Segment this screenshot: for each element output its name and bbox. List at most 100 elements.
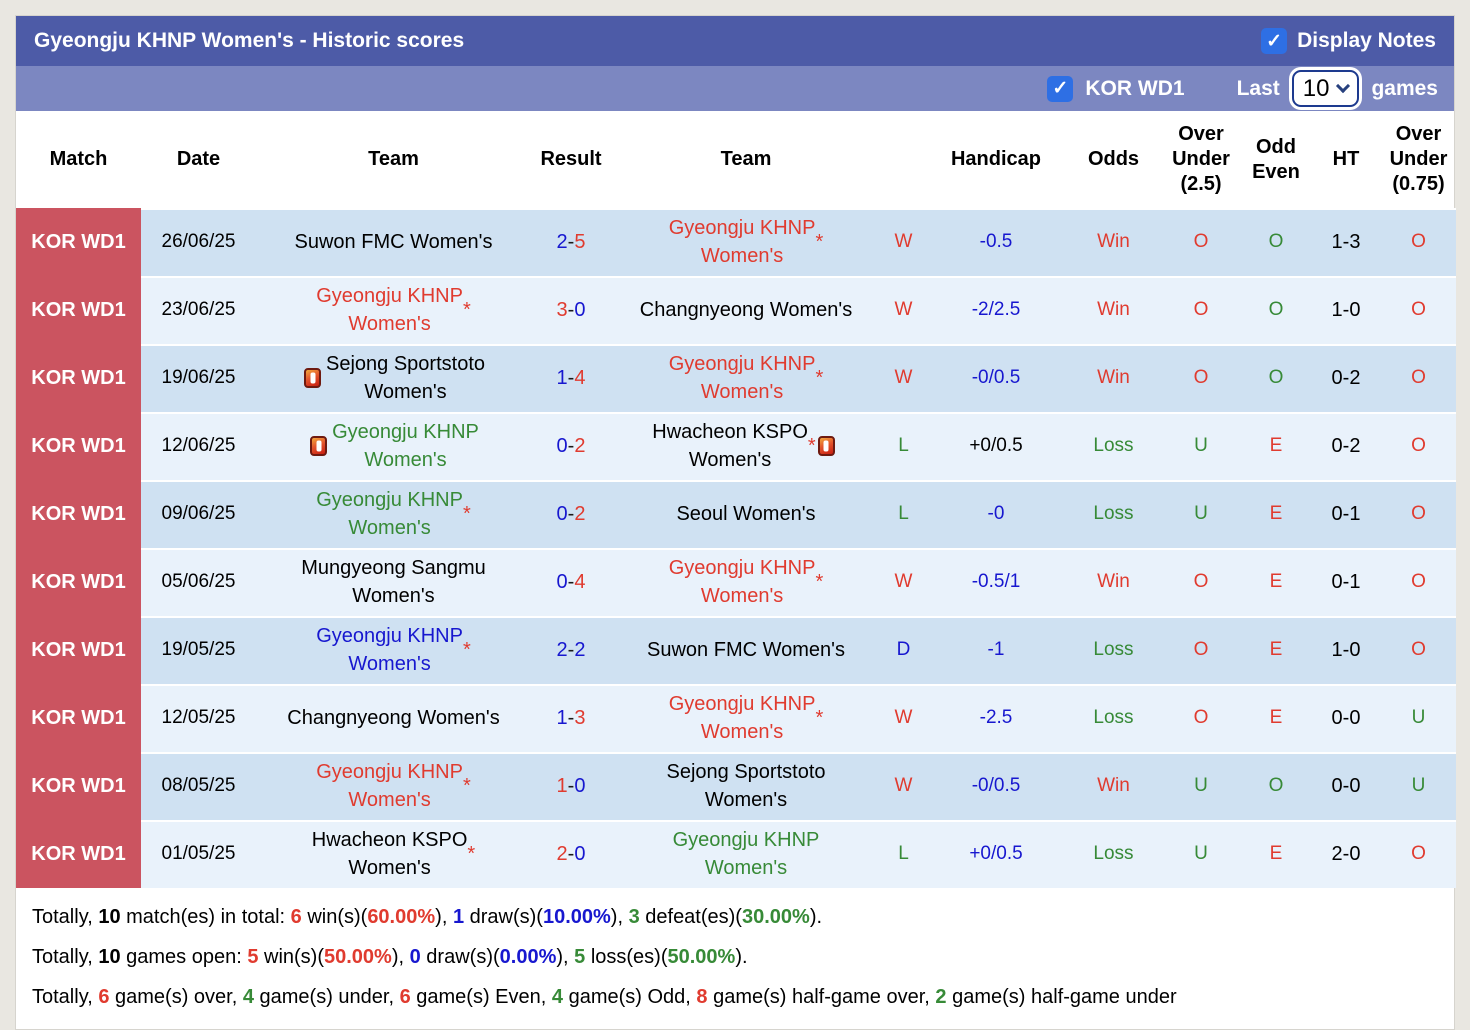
- ht-score: 0-0: [1311, 684, 1381, 752]
- summary-line: Totally, 6 game(s) over, 4 game(s) under…: [32, 977, 1438, 1017]
- ht-score: 0-2: [1311, 344, 1381, 412]
- summary-segment: 5: [574, 946, 586, 968]
- score-dash: -: [567, 706, 575, 729]
- league-badge: KOR WD1: [16, 412, 141, 480]
- summary-segment: defeat(es)(: [639, 906, 742, 928]
- summary-segment: 5: [247, 946, 259, 968]
- home-team: Gyeongju KHNP Women's *: [256, 276, 531, 344]
- over-under-075-value: O: [1381, 616, 1456, 684]
- page-title: Gyeongju KHNP Women's - Historic scores: [34, 29, 465, 52]
- team-name: Suwon FMC Women's: [647, 639, 845, 661]
- star-marker: *: [467, 843, 476, 865]
- summary-segment: ).: [735, 946, 748, 968]
- away-team: Gyeongju KHNP Women's: [611, 820, 881, 888]
- over-under-25-value: U: [1161, 480, 1241, 548]
- red-card-icon: [304, 368, 321, 388]
- col-header-ht: HT: [1332, 148, 1360, 170]
- over-under-075-value: O: [1381, 412, 1456, 480]
- table-row: KOR WD1 08/05/25 Gyeongju KHNP Women's * …: [16, 752, 1456, 820]
- star-marker: *: [807, 435, 816, 457]
- match-result: 3-0: [531, 276, 611, 344]
- over-under-25-value: O: [1161, 684, 1241, 752]
- away-team: Gyeongju KHNP Women's *: [611, 344, 881, 412]
- summary-segment: 3: [628, 906, 640, 928]
- odds-result: Loss: [1066, 820, 1161, 888]
- summary-segment: win(s)(: [301, 906, 368, 928]
- ht-score: 0-1: [1311, 548, 1381, 616]
- historic-scores-panel: Gyeongju KHNP Women's - Historic scores …: [15, 15, 1456, 1030]
- league-badge: KOR WD1: [16, 616, 141, 684]
- summary-segment: draw(s)(: [420, 946, 500, 968]
- summary-segment: 60.00%: [367, 906, 436, 928]
- league-badge: KOR WD1: [16, 684, 141, 752]
- star-marker: *: [462, 299, 471, 321]
- away-team: Gyeongju KHNP Women's *: [611, 684, 881, 752]
- summary-segment: 1: [452, 906, 465, 928]
- last-label: Last: [1236, 76, 1280, 100]
- summary-segment: game(s) Even,: [410, 986, 552, 1008]
- team-name: Sejong Sportstoto Women's: [326, 353, 485, 403]
- col-header-home-team: Team: [368, 148, 419, 170]
- over-under-075-value: O: [1381, 344, 1456, 412]
- handicap-value: -2.5: [926, 684, 1066, 752]
- summary-segment: 10: [98, 906, 121, 928]
- col-header-over-under-075: Over Under (0.75): [1389, 123, 1448, 195]
- last-games-select[interactable]: 10: [1291, 70, 1360, 107]
- home-score: 2: [556, 842, 568, 865]
- odd-even-value: O: [1241, 752, 1311, 820]
- score-dash: -: [567, 502, 575, 525]
- outcome-letter: W: [881, 208, 926, 276]
- col-header-odds: Odds: [1087, 148, 1140, 170]
- league-badge: KOR WD1: [16, 480, 141, 548]
- summary-segment: game(s) over,: [109, 986, 243, 1008]
- odds-result: Loss: [1066, 480, 1161, 548]
- star-marker: *: [815, 571, 824, 593]
- home-score: 1: [556, 366, 568, 389]
- ht-score: 2-0: [1311, 820, 1381, 888]
- summary-segment: 8: [696, 986, 708, 1008]
- outcome-letter: L: [881, 412, 926, 480]
- over-under-075-value: U: [1381, 684, 1456, 752]
- match-date: 12/06/25: [141, 412, 256, 480]
- away-team: Seoul Women's: [611, 480, 881, 548]
- ht-score: 1-0: [1311, 276, 1381, 344]
- outcome-letter: L: [881, 480, 926, 548]
- away-score: 3: [574, 706, 586, 729]
- match-date: 23/06/25: [141, 276, 256, 344]
- col-header-handicap: Handicap: [950, 148, 1042, 170]
- summary: Totally, 10 match(es) in total: 6 win(s)…: [16, 888, 1454, 1029]
- handicap-value: -0/0.5: [926, 752, 1066, 820]
- col-header-result: Result: [540, 148, 602, 170]
- summary-segment: ),: [435, 906, 453, 928]
- match-date: 08/05/25: [141, 752, 256, 820]
- team-name: Gyeongju KHNP Women's: [672, 829, 820, 879]
- summary-segment: game(s) Odd,: [563, 986, 697, 1008]
- odd-even-value: O: [1241, 208, 1311, 276]
- score-dash: -: [567, 570, 575, 593]
- match-date: 26/06/25: [141, 208, 256, 276]
- team-name: Changnyeong Women's: [287, 707, 500, 729]
- ht-score: 0-0: [1311, 752, 1381, 820]
- summary-segment: win(s)(: [258, 946, 324, 968]
- home-score: 3: [556, 298, 568, 321]
- summary-segment: 6: [290, 906, 302, 928]
- away-score: 2: [574, 434, 586, 457]
- score-dash: -: [567, 774, 575, 797]
- display-notes-checkbox[interactable]: ✓: [1261, 28, 1288, 54]
- outcome-letter: W: [881, 684, 926, 752]
- over-under-075-value: O: [1381, 820, 1456, 888]
- over-under-25-value: U: [1161, 412, 1241, 480]
- col-header-over-under-25: Over Under (2.5): [1172, 123, 1230, 195]
- over-under-25-value: U: [1161, 820, 1241, 888]
- star-marker: *: [815, 707, 824, 729]
- summary-line: Totally, 10 match(es) in total: 6 win(s)…: [32, 897, 1438, 937]
- league-checkbox[interactable]: ✓: [1047, 75, 1074, 102]
- home-team: Gyeongju KHNP Women's *: [256, 752, 531, 820]
- outcome-letter: D: [881, 616, 926, 684]
- match-result: 1-4: [531, 344, 611, 412]
- summary-segment: draw(s)(: [464, 906, 543, 928]
- title-bar: Gyeongju KHNP Women's - Historic scores …: [16, 16, 1454, 66]
- star-marker: *: [815, 367, 824, 389]
- summary-segment: match(es) in total:: [120, 906, 291, 928]
- table-row: KOR WD1 23/06/25 Gyeongju KHNP Women's * …: [16, 276, 1456, 344]
